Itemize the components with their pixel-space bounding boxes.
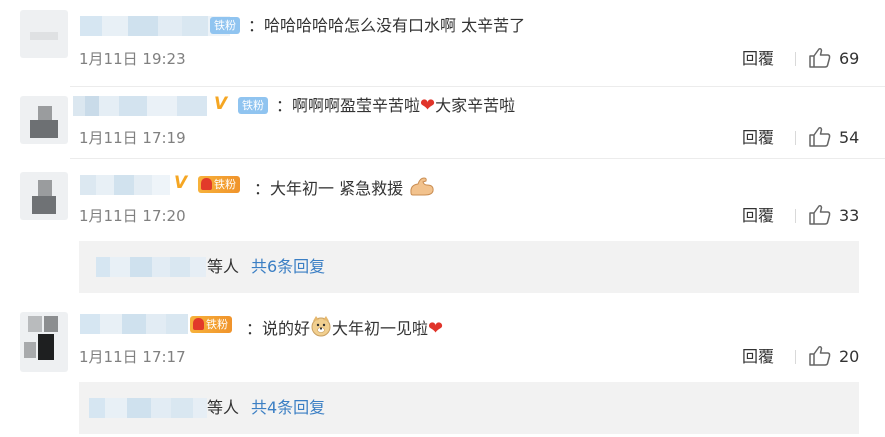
like-icon[interactable] — [808, 47, 832, 69]
fan-badge: 铁粉 — [238, 97, 268, 114]
avatar[interactable] — [20, 172, 68, 220]
comment-text-part: ：大年初一 紧急救援 — [254, 179, 404, 198]
comment-text-part: 大家辛苦啦 — [435, 96, 516, 115]
view-replies-link[interactable]: 共4条回复 — [251, 398, 325, 418]
verified-v-icon: V — [214, 94, 228, 114]
sub-replies-box[interactable]: 等人 共4条回复 — [79, 382, 859, 434]
comment-time: 1月11日 19:23 — [79, 50, 186, 68]
comment-time: 1月11日 17:17 — [79, 348, 186, 366]
replier-suffix: 等人 — [207, 257, 240, 276]
replier-names-masked — [96, 257, 206, 277]
comment-text-part: 大年初一见啦 — [332, 319, 429, 338]
username-masked[interactable] — [80, 175, 170, 195]
fan-badge: 铁粉 — [198, 176, 240, 193]
comment-item: 铁粉 ：哈哈哈哈哈怎么没有口水啊 太辛苦了 1月11日 19:23 回覆 69 — [0, 0, 885, 86]
comment-text: ：啊啊啊盈莹辛苦啦❤大家辛苦啦 — [276, 96, 515, 116]
replier-names-masked — [89, 398, 207, 418]
comment-text-part: ：啊啊啊盈莹辛苦啦 — [276, 96, 421, 115]
reply-button[interactable]: 回覆 — [742, 128, 774, 148]
comment-text-part: ：说的好 — [246, 319, 311, 338]
comment-time: 1月11日 17:19 — [79, 129, 186, 147]
flexed-biceps-emoji — [410, 177, 434, 196]
like-icon[interactable] — [808, 204, 832, 226]
separator — [795, 131, 796, 145]
comment-item: V 铁粉 ：大年初一 紧急救援 1月11日 17:20 回覆 33 等人 共6条… — [0, 158, 885, 298]
avatar[interactable] — [20, 96, 68, 144]
avatar[interactable] — [20, 10, 68, 58]
separator — [795, 209, 796, 223]
like-count: 20 — [839, 347, 860, 366]
sub-replies-box[interactable]: 等人 共6条回复 — [79, 241, 859, 293]
username-masked[interactable] — [80, 314, 188, 334]
separator — [795, 52, 796, 66]
heart-emoji: ❤ — [428, 318, 444, 339]
username-masked[interactable] — [73, 96, 207, 116]
separator — [795, 350, 796, 364]
view-replies-link[interactable]: 共6条回复 — [251, 257, 325, 277]
reply-button[interactable]: 回覆 — [742, 347, 774, 367]
comment-text: ：说的好 大年初一见啦❤ — [246, 315, 443, 339]
username-masked[interactable] — [80, 16, 230, 36]
comment-text: ：大年初一 紧急救援 — [254, 175, 436, 199]
comment-text: ：哈哈哈哈哈怎么没有口水啊 太辛苦了 — [248, 16, 526, 35]
doge-emoji — [311, 316, 331, 337]
comment-time: 1月11日 17:20 — [79, 207, 186, 225]
like-icon[interactable] — [808, 126, 832, 148]
like-icon[interactable] — [808, 345, 832, 367]
verified-v-icon: V — [174, 173, 188, 193]
heart-emoji: ❤ — [420, 95, 436, 116]
replier-suffix: 等人 — [207, 398, 240, 417]
like-count: 69 — [839, 49, 860, 68]
comment-item: V 铁粉 ：啊啊啊盈莹辛苦啦❤大家辛苦啦 1月11日 17:19 回覆 54 — [0, 86, 885, 158]
like-count: 54 — [839, 128, 860, 147]
avatar[interactable] — [20, 312, 68, 372]
reply-button[interactable]: 回覆 — [742, 206, 774, 226]
fan-badge: 铁粉 — [210, 17, 240, 34]
reply-button[interactable]: 回覆 — [742, 49, 774, 69]
like-count: 33 — [839, 206, 860, 225]
comment-item: 铁粉 ：说的好 大年初一见啦❤ 1月11日 17:17 回覆 20 等人 共4条… — [0, 298, 885, 437]
fan-badge: 铁粉 — [190, 316, 232, 333]
